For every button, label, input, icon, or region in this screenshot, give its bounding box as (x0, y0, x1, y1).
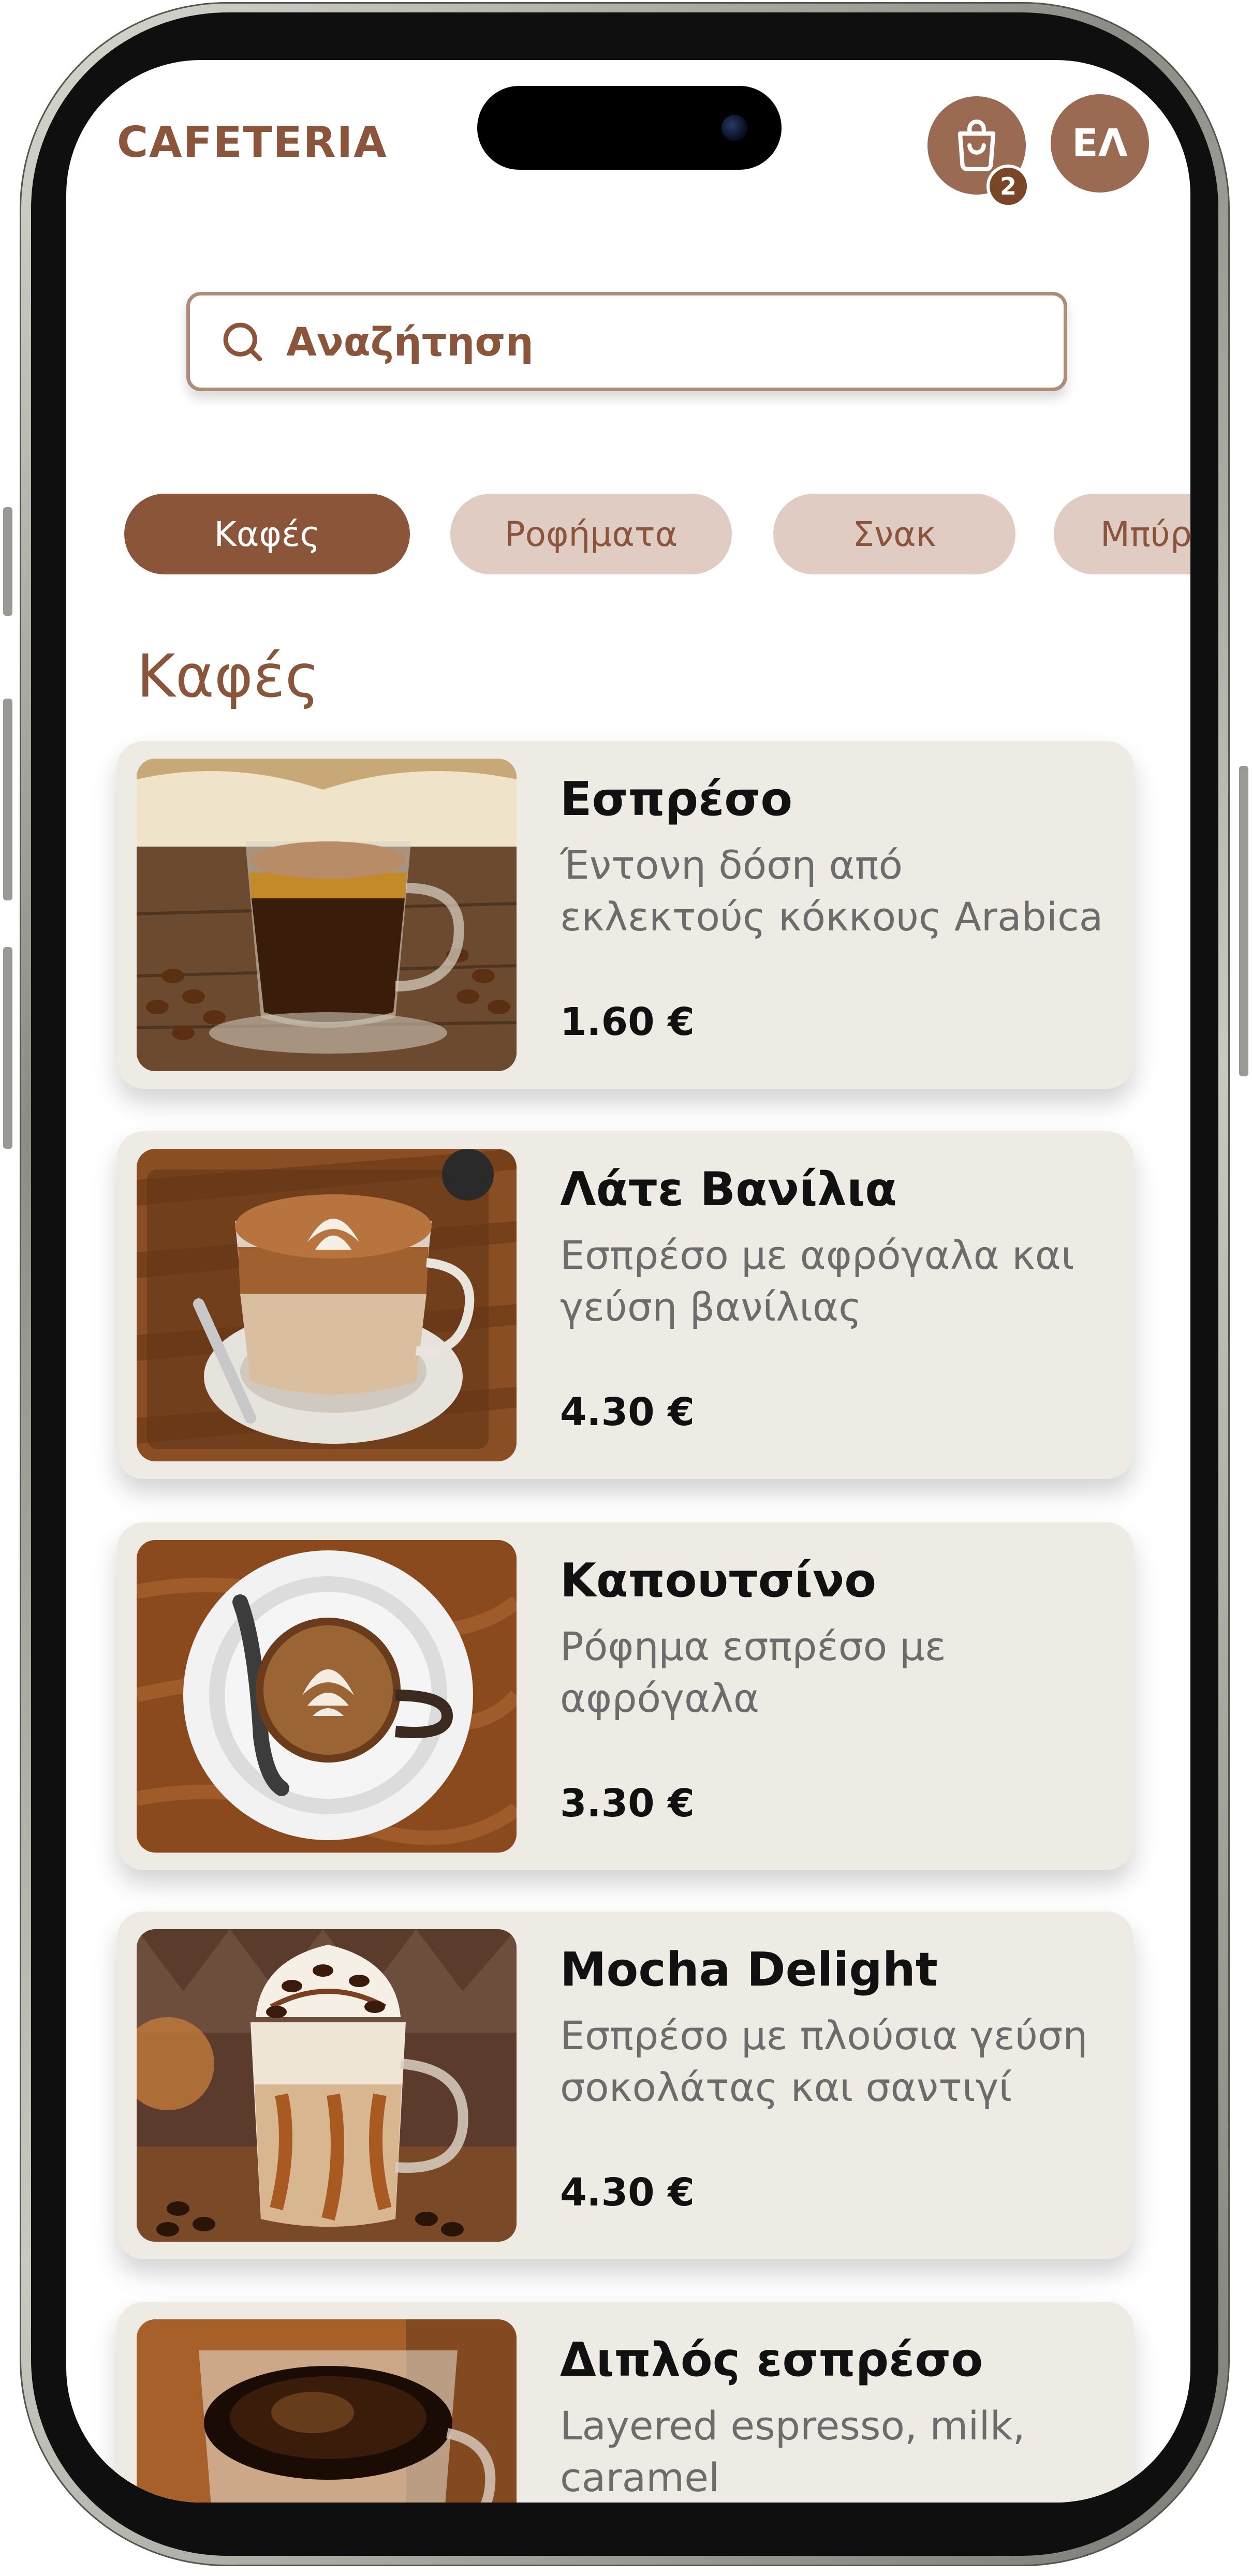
side-button-silent (3, 507, 12, 616)
section-title: Καφές (137, 642, 320, 710)
front-camera (721, 115, 747, 141)
shopping-bag-icon (958, 120, 996, 171)
category-chip-drinks[interactable]: Ροφήματα (450, 494, 732, 574)
product-image-double-espresso (137, 2319, 517, 2503)
category-scroll-clip: Μπύρες (1054, 494, 1190, 574)
cart-count-badge: 2 (986, 165, 1030, 208)
product-image-vanilla-latte (137, 1149, 517, 1461)
category-chip-label: Σνακ (852, 514, 936, 554)
product-name: Mocha Delight (560, 1943, 938, 1997)
category-chip-beers[interactable]: Μπύρες (1054, 494, 1190, 574)
category-chip-label: Καφές (214, 514, 320, 554)
product-price: 1.60 € (560, 1000, 695, 1044)
product-name: Διπλός εσπρέσο (560, 2333, 983, 2387)
category-chip-label: Μπύρες (1100, 514, 1190, 554)
category-chip-coffee[interactable]: Καφές (124, 494, 410, 574)
product-price: 4.30 € (560, 2170, 695, 2215)
product-description: Εσπρέσο με αφρόγαλα και γεύση βανίλιας (560, 1232, 1074, 1330)
product-name: Λάτε Βανίλια (560, 1162, 897, 1217)
product-image-cappuccino (137, 1540, 517, 1853)
category-chip-snacks[interactable]: Σνακ (773, 494, 1015, 574)
product-description: Εσπρέσο με πλούσια γεύση σοκολάτας και σ… (560, 2012, 1088, 2110)
product-name: Καπουτσίνο (560, 1553, 877, 1608)
product-card[interactable]: Διπλός εσπρέσο Layered espresso, milk, c… (117, 2302, 1133, 2503)
product-list-clip: Διπλός εσπρέσο Layered espresso, milk, c… (66, 2277, 1190, 2503)
app-logo[interactable]: CAFETERIA (117, 118, 388, 167)
search-icon (223, 322, 262, 362)
product-price: 4.30 € (560, 1390, 695, 1434)
product-card[interactable]: Mocha Delight Εσπρέσο με πλούσια γεύση σ… (117, 1912, 1133, 2259)
product-image-mocha (137, 1929, 517, 2242)
product-card[interactable]: Εσπρέσο Έντονη δόση από εκλεκτούς κόκκου… (117, 741, 1133, 1089)
side-button-volume-up (3, 699, 12, 900)
product-card[interactable]: Λάτε Βανίλια Εσπρέσο με αφρόγαλα και γεύ… (117, 1131, 1133, 1479)
product-name: Εσπρέσο (560, 772, 793, 826)
search-placeholder: Αναζήτηση (286, 318, 534, 365)
product-card[interactable]: Καπουτσίνο Ρόφημα εσπρέσο με αφρόγαλα 3.… (117, 1522, 1133, 1870)
product-description: Ρόφημα εσπρέσο με αφρόγαλα (560, 1623, 946, 1721)
product-description: Layered espresso, milk, caramel (560, 2403, 1025, 2500)
product-image-espresso (137, 759, 517, 1071)
search-field[interactable]: Αναζήτηση (186, 292, 1067, 391)
side-button-power (1239, 766, 1248, 1076)
category-chip-label: Ροφήματα (504, 514, 678, 554)
side-button-volume-down (3, 947, 12, 1149)
language-switch-button[interactable]: ΕΛ (1051, 94, 1149, 193)
product-description: Έντονη δόση από εκλεκτούς κόκκους Arabic… (560, 842, 1103, 940)
product-price: 3.30 € (560, 1781, 695, 1826)
